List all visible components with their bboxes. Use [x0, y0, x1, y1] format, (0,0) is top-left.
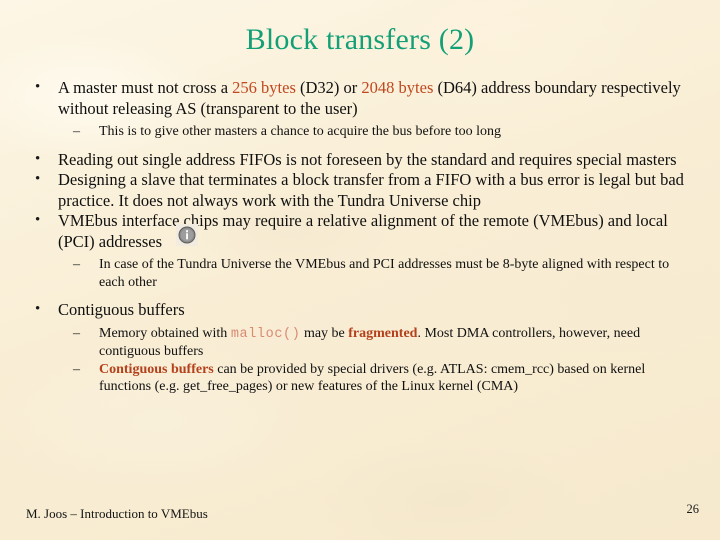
- slide: Block transfers (2) • A master must not …: [0, 0, 720, 540]
- sub-bullet-5-1-highlight-fragmented: fragmented: [348, 325, 418, 341]
- bullet-item-4: • VMEbus interface chips may require a r…: [26, 211, 698, 252]
- dash-marker-icon: –: [73, 124, 80, 139]
- bullet-1-highlight-2048-bytes: 2048 bytes: [361, 78, 434, 97]
- sub-bullet-item-1-1: – This is to give other masters a chance…: [26, 123, 698, 141]
- sub-bullet-item-5-1: – Memory obtained with malloc() may be f…: [26, 325, 698, 361]
- bullet-3-text: Designing a slave that terminates a bloc…: [58, 170, 684, 210]
- bullet-item-3: • Designing a slave that terminates a bl…: [26, 170, 698, 211]
- bullet-marker-icon: •: [35, 301, 41, 317]
- bullet-item-2: • Reading out single address FIFOs is no…: [26, 150, 698, 171]
- dash-marker-icon: –: [73, 257, 80, 272]
- dash-marker-icon: –: [73, 325, 80, 341]
- bullet-1-text-part-1: A master must not cross a: [58, 78, 233, 97]
- bullet-item-1: • A master must not cross a 256 bytes (D…: [26, 78, 698, 119]
- footer-page-number: 26: [686, 502, 700, 516]
- info-icon[interactable]: [176, 224, 198, 246]
- bullet-4-text: VMEbus interface chips may require a rel…: [58, 211, 668, 251]
- bullet-2-text: Reading out single address FIFOs is not …: [58, 149, 677, 169]
- sub-bullet-5-1-text-part-1: Memory obtained with: [99, 325, 231, 341]
- bullet-marker-icon: •: [35, 79, 41, 95]
- footer-author: M. Joos – Introduction to VMEbus: [26, 506, 208, 521]
- dash-marker-icon: –: [73, 361, 80, 377]
- sub-bullet-item-5-2: – Contiguous buffers can be provided by …: [26, 361, 698, 396]
- sub-bullet-5-1-text-part-2: may be: [300, 325, 349, 341]
- slide-title: Block transfers (2): [245, 23, 475, 56]
- bullet-5-text: Contiguous buffers: [58, 300, 185, 319]
- bullet-marker-icon: •: [35, 150, 41, 167]
- sub-bullet-1-1-text: This is to give other masters a chance t…: [99, 124, 501, 139]
- bullet-marker-icon: •: [35, 171, 41, 187]
- bullet-marker-icon: •: [35, 212, 41, 228]
- sub-bullet-5-2-highlight-contiguous-buffers: Contiguous buffers: [99, 361, 214, 377]
- bullet-1-highlight-256-bytes: 256 bytes: [232, 78, 296, 97]
- bullet-1-text-part-2: (D32) or: [295, 78, 362, 97]
- sub-bullet-5-1-code-malloc: malloc(): [230, 326, 301, 342]
- sub-bullet-item-4-1: – In case of the Tundra Universe the VME…: [26, 256, 698, 291]
- sub-bullet-4-1-text: In case of the Tundra Universe the VMEbu…: [99, 257, 670, 290]
- bullet-item-5: • Contiguous buffers: [26, 300, 698, 321]
- slide-body: • A master must not cross a 256 bytes (D…: [26, 78, 698, 396]
